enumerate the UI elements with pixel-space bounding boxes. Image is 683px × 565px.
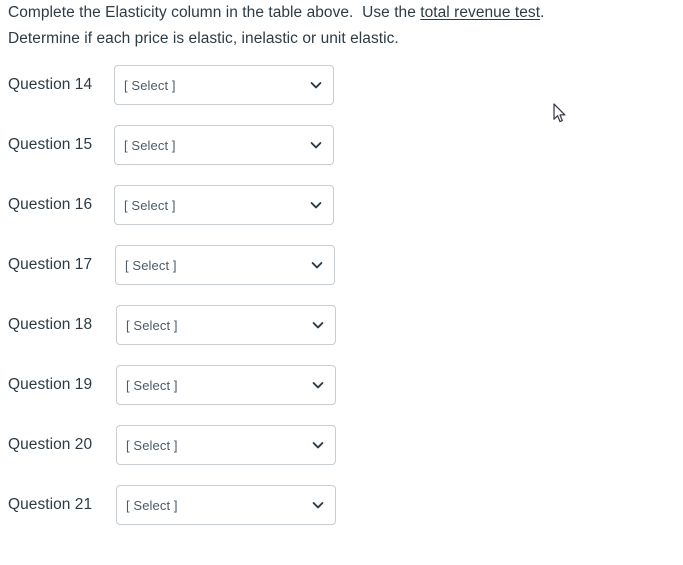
question-19-select[interactable]: [ Select ]: [116, 365, 336, 405]
question-18-select-value: [ Select ]: [126, 318, 178, 333]
question-14-select[interactable]: [ Select ]: [114, 65, 334, 105]
instructions-block: Complete the Elasticity column in the ta…: [8, 0, 668, 52]
chevron-down-icon: [310, 79, 322, 91]
question-15-select-value: [ Select ]: [124, 138, 176, 153]
chevron-down-icon: [310, 139, 322, 151]
chevron-down-icon: [312, 439, 324, 451]
question-21-select[interactable]: [ Select ]: [116, 485, 336, 525]
question-18-select[interactable]: [ Select ]: [116, 305, 336, 345]
question-label-16: Question 16: [8, 196, 93, 213]
question-label-15: Question 15: [8, 136, 93, 153]
chevron-down-icon: [312, 499, 324, 511]
quiz-page: Complete the Elasticity column in the ta…: [0, 0, 683, 565]
question-row: Question 14 [ Select ]: [0, 65, 683, 125]
chevron-down-icon: [312, 379, 324, 391]
chevron-down-icon: [310, 199, 322, 211]
instructions-line-1-text-after-link: .: [540, 4, 545, 21]
question-20-select-value: [ Select ]: [126, 438, 178, 453]
chevron-down-icon: [311, 259, 323, 271]
question-17-select-value: [ Select ]: [125, 258, 177, 273]
question-19-select-value: [ Select ]: [126, 378, 178, 393]
question-label-21: Question 21: [8, 496, 93, 513]
question-17-select[interactable]: [ Select ]: [115, 245, 335, 285]
question-row: Question 19 [ Select ]: [0, 365, 683, 425]
instructions-line-1-text-before-link: Complete the Elasticity column in the ta…: [8, 4, 421, 21]
instructions-line-2: Determine if each price is elastic, inel…: [8, 30, 399, 47]
question-row: Question 20 [ Select ]: [0, 425, 683, 485]
question-label-17: Question 17: [8, 256, 93, 273]
question-20-select[interactable]: [ Select ]: [116, 425, 336, 465]
total-revenue-test-link[interactable]: total revenue test: [420, 4, 540, 21]
question-21-select-value: [ Select ]: [126, 498, 178, 513]
question-row: Question 21 [ Select ]: [0, 485, 683, 545]
question-list: Question 14 [ Select ] Question 15 [ Sel…: [0, 65, 683, 545]
chevron-down-icon: [312, 319, 324, 331]
question-14-select-value: [ Select ]: [124, 78, 176, 93]
question-row: Question 17 [ Select ]: [0, 245, 683, 305]
question-label-19: Question 19: [8, 376, 93, 393]
question-16-select-value: [ Select ]: [124, 198, 176, 213]
question-label-18: Question 18: [8, 316, 93, 333]
question-label-20: Question 20: [8, 436, 93, 453]
instructions-line-1: Complete the Elasticity column in the ta…: [8, 0, 668, 26]
question-row: Question 15 [ Select ]: [0, 125, 683, 185]
question-16-select[interactable]: [ Select ]: [114, 185, 334, 225]
question-row: Question 18 [ Select ]: [0, 305, 683, 365]
question-row: Question 16 [ Select ]: [0, 185, 683, 245]
question-label-14: Question 14: [8, 76, 93, 93]
question-15-select[interactable]: [ Select ]: [114, 125, 334, 165]
